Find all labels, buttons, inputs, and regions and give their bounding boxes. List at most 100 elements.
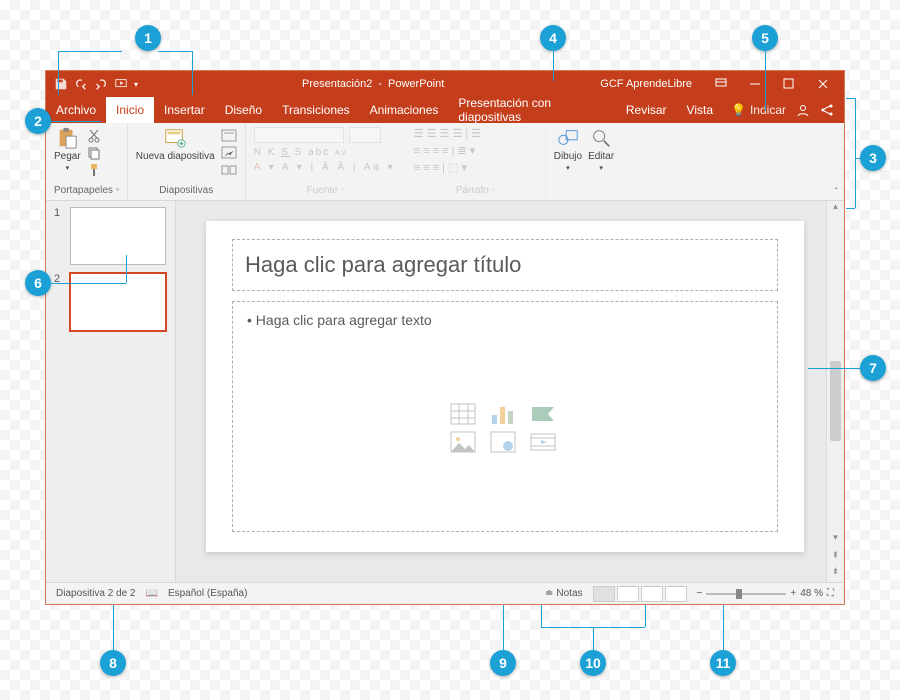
new-slide-button[interactable]: Nueva diapositiva [136, 127, 215, 162]
callout-line [58, 51, 122, 52]
callout-6: 6 [25, 270, 51, 296]
callout-5: 5 [752, 25, 778, 51]
callout-9: 9 [490, 650, 516, 676]
title-placeholder[interactable]: Haga clic para agregar título [232, 239, 778, 291]
zoom-in-icon[interactable]: + [790, 588, 796, 599]
vertical-scrollbar[interactable]: ▴ ▾ ⇞ ⇟ [826, 201, 844, 582]
zoom-percentage[interactable]: 48 % [800, 588, 823, 599]
slideshow-view-icon[interactable] [665, 586, 687, 602]
insert-table-icon[interactable] [450, 403, 476, 425]
maximize-icon[interactable] [774, 71, 804, 97]
tell-me[interactable]: 💡 Indicar [731, 103, 786, 117]
save-icon[interactable] [54, 77, 68, 91]
share-icon[interactable] [820, 103, 834, 117]
zoom-control: − + 48 % ⛶ [697, 588, 834, 599]
view-buttons [593, 586, 687, 602]
normal-view-icon[interactable] [593, 586, 615, 602]
quick-access-toolbar: ▾ [46, 77, 146, 91]
thumbnail-1[interactable]: 1 [54, 207, 167, 265]
paste-button[interactable]: Pegar ▾ [54, 127, 81, 172]
callout-10: 10 [580, 650, 606, 676]
ribbon-group-slides: Nueva diapositiva Diapositivas [128, 123, 246, 200]
ribbon-tabs: Archivo Inicio Insertar Diseño Transicio… [46, 97, 844, 123]
zoom-out-icon[interactable]: − [697, 588, 703, 599]
clipboard-group-label: Portapapeles [54, 185, 113, 196]
callout-7: 7 [860, 355, 886, 381]
close-icon[interactable] [808, 71, 838, 97]
spellcheck-icon[interactable]: 📖 [146, 588, 158, 599]
callout-11: 11 [710, 650, 736, 676]
cut-icon[interactable] [87, 129, 101, 143]
drawing-button[interactable]: Dibujo ▾ [554, 127, 582, 172]
tab-insertar[interactable]: Insertar [154, 97, 215, 123]
signin-icon[interactable] [796, 103, 810, 117]
title-separator: - [378, 78, 382, 90]
callout-line [51, 121, 101, 122]
tab-inicio[interactable]: Inicio [106, 97, 154, 123]
layout-icon[interactable] [221, 129, 237, 143]
callout-line [846, 98, 855, 99]
qat-dropdown-icon[interactable]: ▾ [134, 80, 138, 89]
callout-line [192, 51, 193, 95]
insert-pictures-icon[interactable] [450, 431, 476, 453]
paragraph-group-label: Párrafo [456, 185, 489, 196]
callout-line [855, 158, 865, 159]
ribbon-group-clipboard: Pegar ▾ Portapapeles▫ [46, 123, 128, 200]
insert-online-pictures-icon[interactable] [490, 431, 516, 453]
thumbnail-2[interactable]: 2 [54, 273, 167, 331]
insert-chart-icon[interactable] [490, 403, 516, 425]
content-placeholder[interactable]: • Haga clic para agregar texto [232, 301, 778, 532]
callout-line [593, 627, 594, 650]
callout-line [113, 605, 114, 650]
notes-button[interactable]: ≐Notas [545, 588, 583, 599]
callout-4: 4 [540, 25, 566, 51]
zoom-slider[interactable] [706, 593, 786, 595]
slides-group-label: Diapositivas [159, 185, 213, 196]
thumbnail-preview [70, 207, 166, 265]
scrollbar-thumb[interactable] [830, 361, 841, 441]
reading-view-icon[interactable] [641, 586, 663, 602]
fit-to-window-icon[interactable]: ⛶ [827, 588, 834, 599]
callout-line [158, 51, 192, 52]
ribbon-display-options-icon[interactable] [706, 71, 736, 97]
title-placeholder-text: Haga clic para agregar título [245, 252, 521, 278]
tab-transiciones[interactable]: Transiciones [272, 97, 360, 123]
window-title: Presentación2 - PowerPoint [146, 78, 600, 90]
reset-icon[interactable] [221, 146, 237, 160]
collapse-ribbon-icon[interactable]: ˇ [835, 187, 838, 198]
callout-line [765, 51, 766, 111]
callout-line [846, 208, 855, 209]
app-name: PowerPoint [388, 78, 444, 90]
undo-icon[interactable] [74, 77, 88, 91]
title-bar: ▾ Presentación2 - PowerPoint GCF Aprende… [46, 71, 844, 97]
tab-presentacion[interactable]: Presentación con diapositivas [448, 97, 615, 123]
copy-icon[interactable] [87, 146, 101, 160]
font-group-label: Fuente [307, 185, 338, 196]
tab-file[interactable]: Archivo [46, 97, 106, 123]
tab-vista[interactable]: Vista [677, 97, 723, 123]
slide-sorter-view-icon[interactable] [617, 586, 639, 602]
start-slideshow-icon[interactable] [114, 77, 128, 91]
tab-animaciones[interactable]: Animaciones [360, 97, 449, 123]
new-slide-label: Nueva diapositiva [136, 151, 215, 162]
redo-icon[interactable] [94, 77, 108, 91]
format-painter-icon[interactable] [87, 163, 101, 177]
tab-revisar[interactable]: Revisar [616, 97, 677, 123]
insert-video-icon[interactable] [530, 431, 556, 453]
ribbon-group-drawing: Dibujo ▾ Editar ▾ [546, 123, 622, 200]
account-name[interactable]: GCF AprendeLibre [600, 78, 692, 90]
body-placeholder-text: • Haga clic para agregar texto [247, 312, 763, 328]
callout-line [503, 605, 504, 650]
section-icon[interactable] [221, 163, 237, 177]
thumbnail-number: 1 [54, 207, 64, 219]
editing-button[interactable]: Editar ▾ [588, 127, 614, 172]
slide[interactable]: Haga clic para agregar título • Haga cli… [206, 221, 804, 552]
tab-diseno[interactable]: Diseño [215, 97, 272, 123]
language-indicator[interactable]: Español (España) [168, 588, 248, 599]
insert-smartart-icon[interactable] [530, 403, 556, 425]
tell-me-label: Indicar [750, 103, 786, 117]
lightbulb-icon: 💡 [731, 103, 746, 117]
callout-2: 2 [25, 108, 51, 134]
callout-8: 8 [100, 650, 126, 676]
callout-line [855, 98, 856, 208]
